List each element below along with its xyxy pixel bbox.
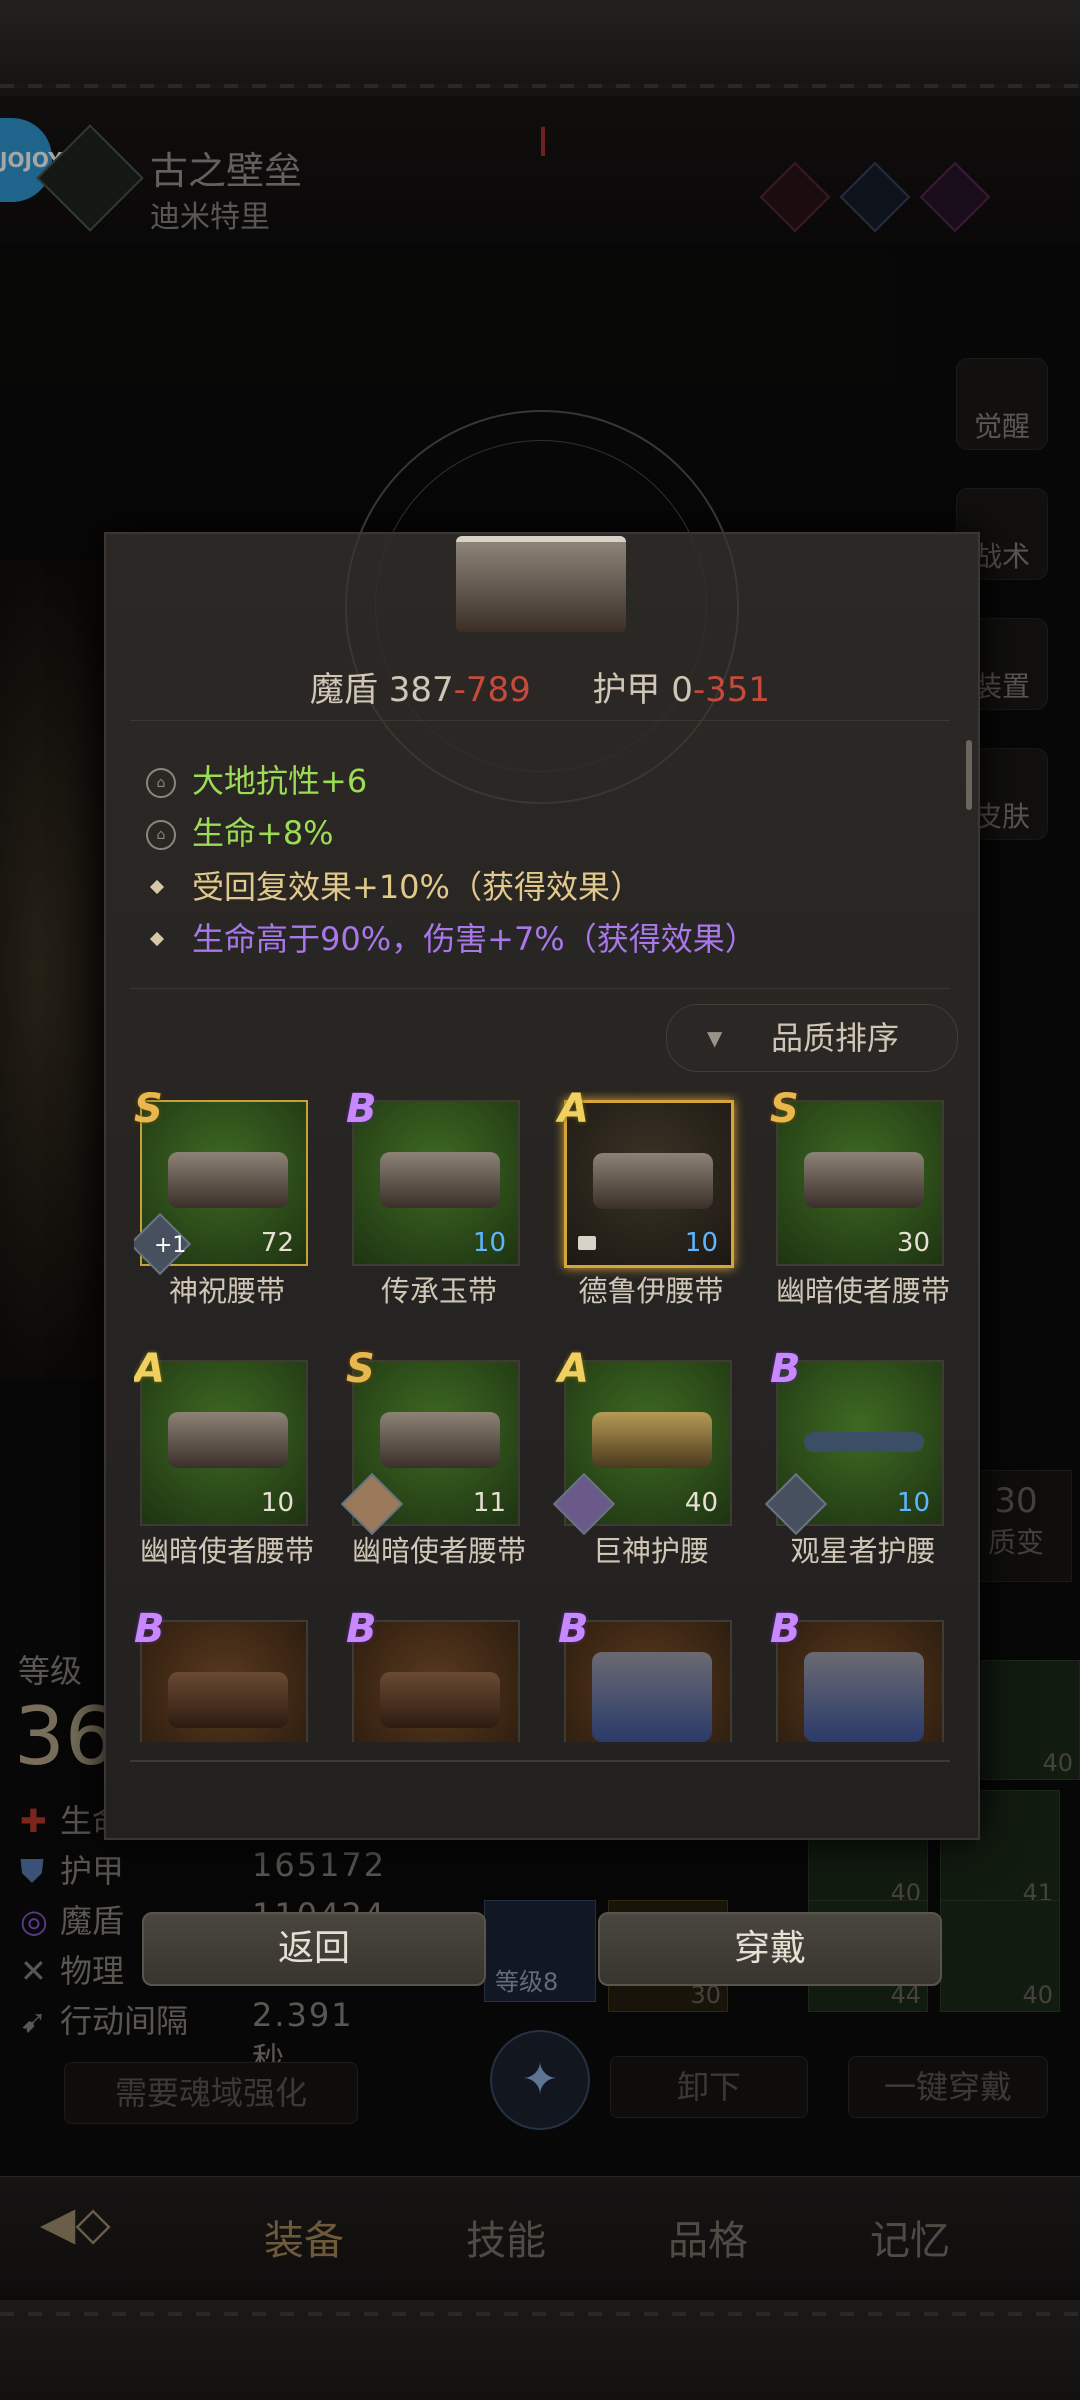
item-card[interactable]: B — [346, 1606, 520, 1742]
sort-label: 品质排序 — [771, 1019, 900, 1057]
item-name: 观星者护腰 — [790, 1534, 936, 1568]
affix-row: ⌂ 生命+8% — [146, 808, 334, 854]
item-name: 神祝腰带 — [168, 1274, 285, 1308]
base-stats: 魔盾 387-789 护甲 0-351 — [104, 662, 976, 711]
item-card[interactable]: B 10 — [346, 1092, 520, 1266]
belt-icon — [168, 1672, 288, 1728]
grade-badge: A — [134, 1346, 165, 1392]
grade-badge: B — [770, 1346, 801, 1392]
affix-row: 受回复效果+10%（获得效果） — [146, 862, 642, 908]
bottom-frame — [0, 2300, 1080, 2400]
item-card[interactable]: S +1 72 — [134, 1092, 308, 1276]
grade-badge: A — [558, 1092, 589, 1132]
top-frame — [0, 0, 1080, 98]
divider — [130, 1760, 950, 1762]
item-level: 10 — [684, 1228, 718, 1258]
grade-badge: S — [134, 1092, 163, 1132]
item-name: 巨神护腰 — [592, 1534, 709, 1568]
affix-row: ⌂ 大地抗性+6 — [146, 756, 367, 802]
armor-label: 护甲 — [592, 670, 661, 710]
diamond-bullet-icon — [149, 931, 165, 947]
armor-bonus: -351 — [692, 670, 771, 710]
grade-badge: A — [558, 1346, 589, 1392]
item-name: 幽暗使者腰带 — [139, 1534, 314, 1568]
enhance-level: +1 — [154, 1233, 187, 1258]
item-card-selected[interactable]: A 10 — [558, 1092, 734, 1268]
affix-text: 生命+8% — [192, 814, 334, 852]
grade-badge: B — [770, 1606, 801, 1652]
equip-button[interactable]: 穿戴 — [598, 1912, 942, 1986]
item-level: 10 — [896, 1488, 930, 1518]
item-card[interactable]: A 40 — [552, 1346, 732, 1536]
item-image — [564, 1620, 732, 1742]
item-name: 传承玉带 — [380, 1274, 497, 1308]
affix-text: 大地抗性+6 — [192, 762, 368, 800]
lock-icon: ⌂ — [146, 820, 176, 850]
grade-badge: B — [558, 1606, 589, 1652]
magic-shield-label: 魔盾 — [309, 670, 378, 710]
divider — [130, 988, 950, 989]
item-image — [776, 1620, 944, 1742]
tab-equipment[interactable]: 装备 — [264, 2208, 344, 2266]
grade-badge: B — [134, 1606, 165, 1652]
affix-row: 生命高于90%，伤害+7%（获得效果） — [146, 914, 757, 960]
grade-badge: S — [770, 1092, 799, 1132]
grade-badge: B — [346, 1606, 377, 1652]
armor-base: 0 — [671, 670, 693, 710]
scrollbar[interactable] — [966, 740, 972, 810]
item-card[interactable]: B 10 — [764, 1346, 944, 1536]
item-name: 幽暗使者腰带 — [775, 1274, 950, 1308]
item-card[interactable]: S 11 — [340, 1346, 520, 1536]
item-level: 40 — [684, 1488, 718, 1518]
belt-icon — [804, 1432, 924, 1452]
belt-icon — [380, 1152, 500, 1208]
belt-icon — [804, 1652, 924, 1742]
item-level: 30 — [896, 1228, 930, 1258]
item-level: 10 — [472, 1228, 506, 1258]
belt-icon — [168, 1152, 288, 1208]
belt-icon — [592, 1652, 712, 1742]
item-name: 德鲁伊腰带 — [578, 1274, 724, 1308]
belt-icon — [592, 1412, 712, 1468]
item-card[interactable]: B — [558, 1606, 732, 1742]
back-button[interactable]: 返回 — [142, 1912, 486, 1986]
lock-icon — [578, 1236, 596, 1250]
tab-skills[interactable]: 技能 — [466, 2208, 546, 2266]
lock-icon: ⌂ — [146, 768, 176, 798]
belt-icon — [804, 1152, 924, 1208]
item-level: 72 — [260, 1228, 294, 1258]
magic-shield-base: 387 — [388, 670, 454, 710]
item-name: 幽暗使者腰带 — [351, 1534, 526, 1568]
divider — [130, 720, 950, 721]
affix-text: 生命高于90%，伤害+7%（获得效果） — [192, 920, 757, 958]
affix-text: 受回复效果+10%（获得效果） — [192, 868, 642, 906]
belt-icon — [380, 1412, 500, 1468]
tab-character[interactable]: 品格 — [668, 2208, 748, 2266]
item-card[interactable]: B — [770, 1606, 944, 1742]
item-level: 11 — [472, 1488, 506, 1518]
triangle-down-icon: ▼ — [707, 1026, 723, 1050]
item-grid: S +1 72 神祝腰带 B 10 传承玉带 A 10 德鲁伊腰带 S 30 幽… — [134, 1092, 954, 1742]
quality-sort-button[interactable]: ▼ 品质排序 — [666, 1004, 958, 1072]
belt-icon — [380, 1672, 500, 1728]
belt-icon — [168, 1412, 288, 1468]
item-image — [352, 1620, 520, 1742]
item-level: 10 — [260, 1488, 294, 1518]
diamond-bullet-icon — [149, 879, 165, 895]
magic-shield-bonus: -789 — [453, 670, 531, 710]
belt-icon — [593, 1153, 713, 1209]
tab-memory[interactable]: 记忆 — [870, 2208, 950, 2266]
back-arrow-icon[interactable]: ◀◇ — [40, 2196, 190, 2266]
item-image — [140, 1620, 308, 1742]
selected-belt-icon — [456, 536, 626, 632]
item-card[interactable]: B — [134, 1606, 308, 1742]
item-card[interactable]: S 30 — [770, 1092, 944, 1266]
grade-badge: B — [346, 1092, 377, 1132]
item-card[interactable]: A 10 — [134, 1346, 308, 1526]
grade-badge: S — [346, 1346, 375, 1392]
